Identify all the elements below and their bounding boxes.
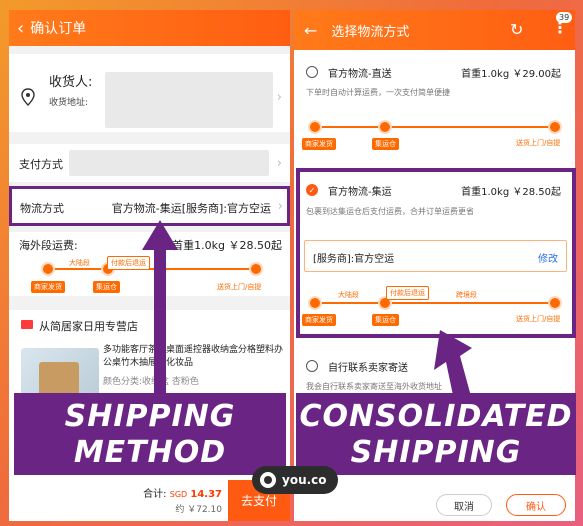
warehouse-node-icon (378, 120, 392, 134)
shipping-header: ← 选择物流方式 ↻ ⋮ 39 (294, 10, 575, 50)
watermark-badge: you.co (252, 466, 338, 494)
location-pin-icon (21, 88, 35, 106)
total-price: 合计: SGD 14.37 (143, 489, 222, 500)
node-label: 送货上门/自提 (217, 283, 262, 291)
chevron-right-icon: › (276, 156, 282, 171)
merchant-node-icon (41, 262, 55, 276)
store-name[interactable]: 从简居家日用专营店 (39, 318, 138, 334)
address-card[interactable]: 收货人: 收货地址: › (9, 54, 290, 175)
redacted-payment (69, 150, 269, 176)
consolidated-highlight-box (296, 168, 576, 338)
consolidated-shipping-banner: CONSOLIDATED SHIPPING (296, 393, 576, 475)
shipping-method-value: 官方物流-集运[服务商]:官方空运 (111, 202, 271, 215)
redacted-address (105, 72, 273, 128)
logistics-track: 商家发货 集运仓 送货上门/自提 (294, 112, 575, 152)
node-label: 集运仓 (372, 138, 399, 150)
checkout-bottom-bar: 合计: SGD 14.37 约 ￥72.10 去支付 (9, 480, 290, 521)
chevron-right-icon: › (277, 199, 283, 214)
chevron-right-icon: › (276, 90, 282, 105)
notification-count: 39 (556, 12, 573, 23)
node-label: 商家发货 (31, 281, 65, 293)
option-name: 官方物流-直送 (328, 69, 392, 80)
back-icon[interactable]: ‹ (17, 18, 24, 39)
back-arrow-icon[interactable]: ← (304, 21, 317, 40)
overseas-fee-value: 首重1.0kg ￥28.50起 (172, 239, 282, 252)
product-title[interactable]: 多功能客厅茶几桌面遥控器收纳盒分格塑料办公桌竹木抽屉盒化妆品 (103, 344, 285, 370)
page-title: 确认订单 (30, 21, 87, 37)
cancel-button[interactable]: 取消 (436, 494, 492, 516)
radio-self[interactable] (306, 360, 318, 372)
approx-price: 约 ￥72.10 (175, 505, 222, 515)
option-name: 自行联系卖家寄送 (328, 363, 408, 374)
store-badge-icon (21, 320, 33, 329)
shipping-method-banner: SHIPPING METHOD (14, 393, 286, 475)
refresh-icon[interactable]: ↻ (510, 20, 523, 39)
option-desc: 下单时自动计算运费，一次支付简单便捷 (306, 88, 450, 97)
arrow-up-icon (434, 330, 472, 400)
overseas-fee-label: 海外段运费: (19, 239, 78, 252)
node-label: 集运仓 (93, 281, 120, 293)
recipient-label: 收货人: (49, 75, 93, 90)
node-label: 送货上门/自提 (516, 139, 561, 147)
track-line (316, 126, 556, 128)
segment-label: 大陆段 (69, 259, 90, 267)
option-direct[interactable]: 官方物流-直送 首重1.0kg ￥29.00起 下单时自动计算运费，一次支付简单… (294, 50, 575, 150)
arrow-up-icon (142, 220, 178, 400)
option-price: 首重1.0kg ￥29.00起 (461, 69, 561, 80)
radio-direct[interactable] (306, 66, 318, 78)
home-node-icon (548, 120, 562, 134)
node-label: 商家发货 (302, 138, 336, 150)
address-label: 收货地址: (49, 98, 89, 108)
confirm-button[interactable]: 确认 (506, 494, 566, 516)
merchant-node-icon (308, 120, 322, 134)
page-title: 选择物流方式 (331, 24, 410, 40)
payment-method-row[interactable]: 支付方式 › (9, 144, 290, 182)
shipping-method-label: 物流方式 (20, 202, 64, 215)
home-node-icon (249, 262, 263, 276)
checkout-header: ‹ 确认订单 (9, 10, 290, 46)
logo-icon (260, 472, 276, 488)
payment-method-label: 支付方式 (19, 158, 63, 171)
shipping-bottom-bar: 取消 确认 (294, 490, 575, 521)
